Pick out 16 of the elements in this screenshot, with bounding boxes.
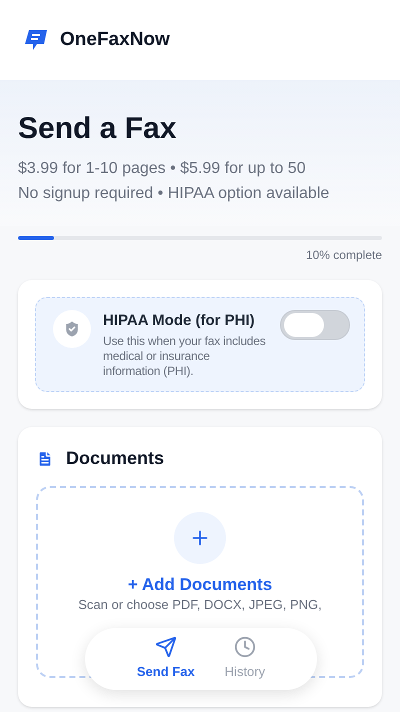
- hipaa-title: HIPAA Mode (for PHI): [103, 310, 256, 330]
- add-icon: [174, 512, 226, 564]
- hipaa-description: Use this when your fax includes medical or insurance information (PHI).: [103, 334, 267, 379]
- send-icon: [154, 636, 177, 658]
- logo-icon: [24, 29, 48, 51]
- page-title: Send a Fax: [18, 111, 178, 147]
- clock-icon: [234, 636, 256, 658]
- section-title: Documents: [66, 447, 164, 470]
- pricing-text: No signup required • HIPAA option available: [18, 184, 330, 204]
- pricing-text: $3.99 for 1-10 pages • $5.99 for up to 50: [18, 158, 307, 178]
- upload-hint: Scan or choose PDF, DOCX, JPEG, PNG,: [78, 597, 322, 613]
- progress-label: 10% complete: [306, 246, 382, 264]
- add-documents-link[interactable]: + Add Documents: [128, 574, 272, 596]
- app-name: OneFaxNow: [60, 28, 170, 52]
- hipaa-toggle[interactable]: [280, 310, 350, 340]
- shield-icon: [53, 310, 91, 348]
